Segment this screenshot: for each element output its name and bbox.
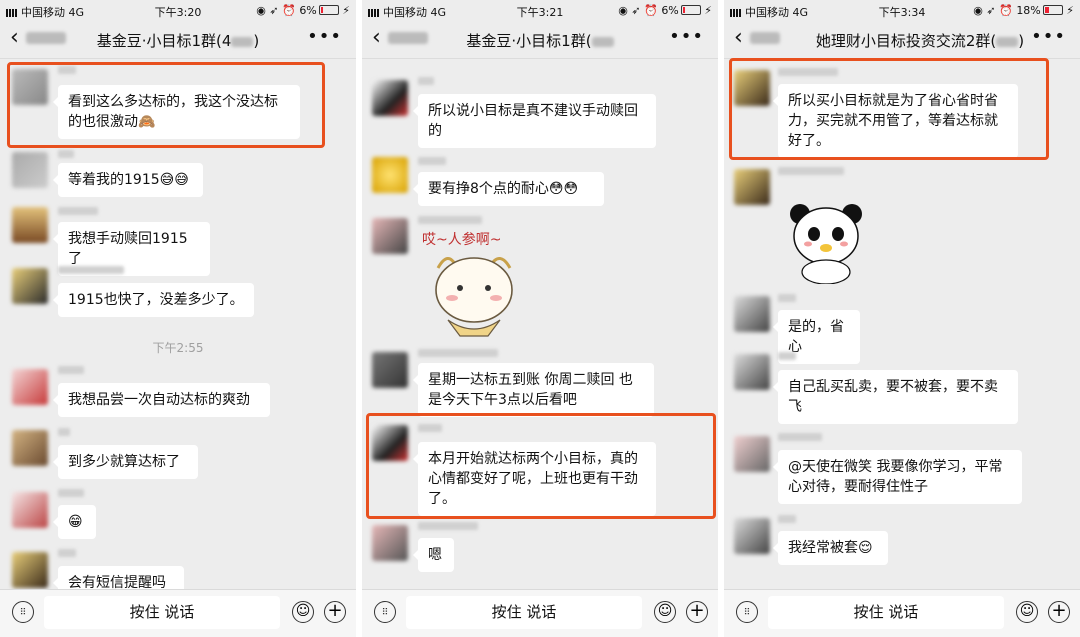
sender-name <box>58 549 76 557</box>
nav-bar: ‹ 基金豆·小目标1群(4) ••• <box>0 22 356 59</box>
emoji-icon[interactable]: ☺ <box>1016 601 1038 623</box>
avatar[interactable] <box>12 552 48 588</box>
location-icon: ◉ ➶ ⏰ <box>618 4 658 17</box>
avatar[interactable] <box>12 268 48 304</box>
nav-bar: ‹ 基金豆·小目标1群( ••• <box>362 22 718 59</box>
time-divider: 下午2:55 <box>152 341 204 355</box>
avatar[interactable] <box>12 207 48 243</box>
emoji-icon[interactable]: ☺ <box>654 601 676 623</box>
battery-percent: 18% <box>1016 4 1041 17</box>
sender-name <box>58 266 124 274</box>
sender-name <box>58 366 84 374</box>
battery-percent: 6% <box>661 4 679 17</box>
avatar[interactable] <box>372 525 408 561</box>
avatar[interactable] <box>372 157 408 193</box>
input-bar: ⠿ 按住 说话 ☺ + <box>362 589 718 637</box>
input-bar: ⠿ 按住 说话 ☺ + <box>724 589 1080 637</box>
sender-name <box>58 489 84 497</box>
voice-keyboard-toggle-icon[interactable]: ⠿ <box>374 601 396 623</box>
sender-name <box>778 352 796 360</box>
avatar[interactable] <box>372 80 408 116</box>
nav-bar: ‹ 她理财小目标投资交流2群() ••• <box>724 22 1080 59</box>
location-icon: ◉ ➶ ⏰ <box>973 4 1013 17</box>
sender-name <box>418 522 478 530</box>
message-bubble[interactable]: @天使在微笑 我要像你学习，平常心对待，要耐得住性子 <box>773 450 1022 504</box>
panda-sticker-image[interactable] <box>786 200 866 284</box>
voice-keyboard-toggle-icon[interactable]: ⠿ <box>736 601 758 623</box>
voice-keyboard-toggle-icon[interactable]: ⠿ <box>12 601 34 623</box>
chat-panel-3: 中国移动 4G 下午3:34 ◉ ➶ ⏰ 18% ⚡ ‹ 她理财小目标投资交流2… <box>724 0 1080 637</box>
highlight-box <box>7 62 325 148</box>
sender-name <box>778 515 796 523</box>
chat-panel-2: 中国移动 4G 下午3:21 ◉ ➶ ⏰ 6% ⚡ ‹ 基金豆·小目标1群( •… <box>362 0 718 637</box>
chat-title: 基金豆·小目标1群(4) <box>96 32 260 50</box>
hold-to-talk-button[interactable]: 按住 说话 <box>406 596 642 629</box>
chat-title: 她理财小目标投资交流2群() <box>815 32 1025 50</box>
status-bar: 中国移动 4G 下午3:34 ◉ ➶ ⏰ 18% ⚡ <box>724 0 1080 22</box>
sender-name <box>418 216 482 224</box>
sender-name <box>418 349 498 357</box>
message-bubble[interactable]: 自己乱买乱卖，要不被套，要不卖飞 <box>773 370 1018 424</box>
message-bubble[interactable]: 星期一达标五到账 你周二赎回 也是今天下午3点以后看吧 <box>413 363 654 417</box>
sender-name <box>778 433 822 441</box>
location-icon: ◉ ➶ ⏰ <box>256 4 296 17</box>
chat-panel-1: 中国移动 4G 下午3:20 ◉ ➶ ⏰ 6% ⚡ ‹ 基金豆·小目标1群(4)… <box>0 0 356 637</box>
message-bubble[interactable]: 😁 <box>53 505 96 539</box>
message-bubble[interactable]: 所以说小目标是真不建议手动赎回的 <box>413 94 656 148</box>
message-bubble[interactable]: 等着我的1915😅😅 <box>53 163 203 197</box>
message-bubble[interactable]: 嗯 <box>413 538 454 572</box>
battery-icon <box>318 5 339 15</box>
avatar[interactable] <box>734 518 770 554</box>
sender-name <box>58 428 70 436</box>
avatar[interactable] <box>12 492 48 528</box>
sender-name <box>778 167 844 175</box>
plus-icon[interactable]: + <box>324 601 346 623</box>
avatar[interactable] <box>734 436 770 472</box>
sticker-image[interactable]: 哎~人参啊~ <box>418 228 528 344</box>
input-bar: ⠿ 按住 说话 ☺ + <box>0 589 356 637</box>
sticker-caption: 哎~人参啊~ <box>422 231 501 248</box>
message-bubble[interactable]: 1915也快了，没差多少了。 <box>53 283 254 317</box>
more-button[interactable]: ••• <box>307 26 342 47</box>
avatar[interactable] <box>734 296 770 332</box>
highlight-box <box>366 413 716 519</box>
more-button[interactable]: ••• <box>669 26 704 47</box>
emoji-icon[interactable]: ☺ <box>292 601 314 623</box>
sender-name <box>778 294 796 302</box>
avatar[interactable] <box>372 218 408 254</box>
more-button[interactable]: ••• <box>1031 26 1066 47</box>
status-bar: 中国移动 4G 下午3:20 ◉ ➶ ⏰ 6% ⚡ <box>0 0 356 22</box>
message-bubble[interactable]: 我想品尝一次自动达标的爽劲 <box>53 383 270 417</box>
chat-title: 基金豆·小目标1群( <box>362 30 718 51</box>
sender-name <box>58 207 98 215</box>
sender-name <box>418 157 446 165</box>
avatar[interactable] <box>734 169 770 205</box>
avatar[interactable] <box>12 430 48 466</box>
avatar[interactable] <box>12 369 48 405</box>
battery-icon <box>680 5 701 15</box>
status-bar: 中国移动 4G 下午3:21 ◉ ➶ ⏰ 6% ⚡ <box>362 0 718 22</box>
battery-percent: 6% <box>299 4 317 17</box>
hold-to-talk-button[interactable]: 按住 说话 <box>768 596 1004 629</box>
plus-icon[interactable]: + <box>1048 601 1070 623</box>
plus-icon[interactable]: + <box>686 601 708 623</box>
highlight-box <box>729 58 1049 160</box>
message-bubble[interactable]: 到多少就算达标了 <box>53 445 198 479</box>
avatar[interactable] <box>372 352 408 388</box>
hold-to-talk-button[interactable]: 按住 说话 <box>44 596 280 629</box>
avatar[interactable] <box>734 354 770 390</box>
battery-icon <box>1042 5 1063 15</box>
sender-name <box>418 77 434 85</box>
sender-name <box>58 150 74 158</box>
avatar[interactable] <box>12 152 48 188</box>
message-bubble[interactable]: 我经常被套😌 <box>773 531 888 565</box>
message-bubble[interactable]: 要有挣8个点的耐心😳😳 <box>413 172 604 206</box>
